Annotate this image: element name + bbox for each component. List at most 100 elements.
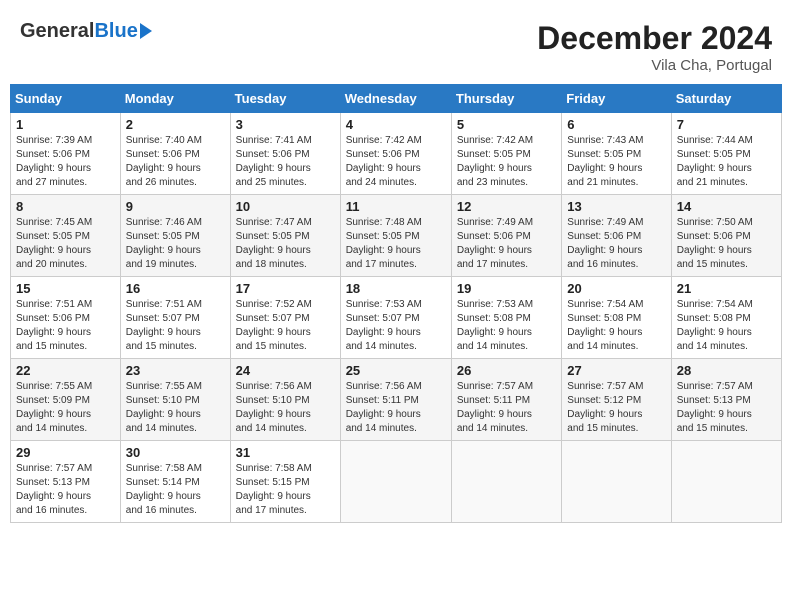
calendar-cell: 2 Sunrise: 7:40 AMSunset: 5:06 PMDaylight… bbox=[120, 113, 230, 195]
calendar-cell: 23Sunrise: 7:55 AMSunset: 5:10 PMDayligh… bbox=[120, 359, 230, 441]
day-info: Sunrise: 7:54 AMSunset: 5:08 PMDaylight:… bbox=[677, 298, 776, 354]
day-info: Sunrise: 7:42 AMSunset: 5:05 PMDaylight:… bbox=[457, 134, 556, 190]
calendar-cell: 19 Sunrise: 7:53 AMSunset: 5:08 PMDayligh… bbox=[451, 277, 561, 359]
day-info: Sunrise: 7:52 AMSunset: 5:07 PMDaylight:… bbox=[236, 298, 335, 354]
day-info: Sunrise: 7:57 AMSunset: 5:13 PMDaylight:… bbox=[16, 462, 115, 518]
calendar-cell: 15 Sunrise: 7:51 AMSunset: 5:06 PMDayligh… bbox=[11, 277, 121, 359]
page-header: GeneralBlue December 2024 Vila Cha, Port… bbox=[10, 10, 782, 79]
calendar-cell: 25 Sunrise: 7:56 AMSunset: 5:11 PMDayligh… bbox=[340, 359, 451, 441]
calendar-week-1: 1 Sunrise: 7:39 AMSunset: 5:06 PMDaylight… bbox=[11, 113, 782, 195]
day-number: 6 bbox=[567, 117, 665, 132]
day-number: 17 bbox=[236, 281, 335, 296]
calendar-cell: 3Sunrise: 7:41 AMSunset: 5:06 PMDaylight… bbox=[230, 113, 340, 195]
day-info: Sunrise: 7:53 AMSunset: 5:07 PMDaylight:… bbox=[346, 298, 446, 354]
calendar-week-2: 8 Sunrise: 7:45 AMSunset: 5:05 PMDaylight… bbox=[11, 195, 782, 277]
day-number: 2 bbox=[126, 117, 225, 132]
day-info: Sunrise: 7:51 AMSunset: 5:07 PMDaylight:… bbox=[126, 298, 225, 354]
calendar-cell: 11Sunrise: 7:48 AMSunset: 5:05 PMDayligh… bbox=[340, 195, 451, 277]
day-number: 24 bbox=[236, 363, 335, 378]
day-info: Sunrise: 7:40 AMSunset: 5:06 PMDaylight:… bbox=[126, 134, 225, 190]
calendar-cell: 22Sunrise: 7:55 AMSunset: 5:09 PMDayligh… bbox=[11, 359, 121, 441]
day-info: Sunrise: 7:57 AMSunset: 5:12 PMDaylight:… bbox=[567, 380, 665, 436]
day-info: Sunrise: 7:51 AMSunset: 5:06 PMDaylight:… bbox=[16, 298, 115, 354]
day-number: 29 bbox=[16, 445, 115, 460]
calendar-cell: 26Sunrise: 7:57 AMSunset: 5:11 PMDayligh… bbox=[451, 359, 561, 441]
month-title: December 2024 bbox=[537, 20, 772, 57]
day-info: Sunrise: 7:56 AMSunset: 5:11 PMDaylight:… bbox=[346, 380, 446, 436]
calendar-cell: 14 Sunrise: 7:50 AMSunset: 5:06 PMDayligh… bbox=[671, 195, 781, 277]
logo-arrow-icon bbox=[140, 23, 152, 39]
calendar-header-row: SundayMondayTuesdayWednesdayThursdayFrid… bbox=[11, 85, 782, 113]
day-number: 12 bbox=[457, 199, 556, 214]
day-number: 25 bbox=[346, 363, 446, 378]
day-number: 28 bbox=[677, 363, 776, 378]
weekday-header-saturday: Saturday bbox=[671, 85, 781, 113]
day-info: Sunrise: 7:47 AMSunset: 5:05 PMDaylight:… bbox=[236, 216, 335, 272]
calendar-cell: 13 Sunrise: 7:49 AMSunset: 5:06 PMDayligh… bbox=[562, 195, 671, 277]
calendar-week-5: 29 Sunrise: 7:57 AMSunset: 5:13 PMDayligh… bbox=[11, 441, 782, 523]
calendar-week-3: 15 Sunrise: 7:51 AMSunset: 5:06 PMDayligh… bbox=[11, 277, 782, 359]
day-info: Sunrise: 7:54 AMSunset: 5:08 PMDaylight:… bbox=[567, 298, 665, 354]
day-number: 4 bbox=[346, 117, 446, 132]
calendar-cell: 28Sunrise: 7:57 AMSunset: 5:13 PMDayligh… bbox=[671, 359, 781, 441]
day-info: Sunrise: 7:49 AMSunset: 5:06 PMDaylight:… bbox=[567, 216, 665, 272]
calendar-cell bbox=[562, 441, 671, 523]
day-info: Sunrise: 7:41 AMSunset: 5:06 PMDaylight:… bbox=[236, 134, 335, 190]
day-info: Sunrise: 7:58 AMSunset: 5:15 PMDaylight:… bbox=[236, 462, 335, 518]
calendar-cell: 21Sunrise: 7:54 AMSunset: 5:08 PMDayligh… bbox=[671, 277, 781, 359]
weekday-header-sunday: Sunday bbox=[11, 85, 121, 113]
calendar-cell: 12Sunrise: 7:49 AMSunset: 5:06 PMDayligh… bbox=[451, 195, 561, 277]
day-info: Sunrise: 7:46 AMSunset: 5:05 PMDaylight:… bbox=[126, 216, 225, 272]
weekday-header-wednesday: Wednesday bbox=[340, 85, 451, 113]
day-info: Sunrise: 7:58 AMSunset: 5:14 PMDaylight:… bbox=[126, 462, 225, 518]
day-number: 15 bbox=[16, 281, 115, 296]
day-info: Sunrise: 7:44 AMSunset: 5:05 PMDaylight:… bbox=[677, 134, 776, 190]
day-number: 8 bbox=[16, 199, 115, 214]
weekday-header-thursday: Thursday bbox=[451, 85, 561, 113]
calendar-cell bbox=[340, 441, 451, 523]
day-info: Sunrise: 7:45 AMSunset: 5:05 PMDaylight:… bbox=[16, 216, 115, 272]
day-number: 7 bbox=[677, 117, 776, 132]
calendar-cell bbox=[451, 441, 561, 523]
weekday-header-monday: Monday bbox=[120, 85, 230, 113]
day-number: 30 bbox=[126, 445, 225, 460]
day-number: 9 bbox=[126, 199, 225, 214]
day-number: 11 bbox=[346, 199, 446, 214]
calendar-cell: 6 Sunrise: 7:43 AMSunset: 5:05 PMDaylight… bbox=[562, 113, 671, 195]
calendar-cell: 1 Sunrise: 7:39 AMSunset: 5:06 PMDaylight… bbox=[11, 113, 121, 195]
calendar-table: SundayMondayTuesdayWednesdayThursdayFrid… bbox=[10, 84, 782, 523]
day-info: Sunrise: 7:43 AMSunset: 5:05 PMDaylight:… bbox=[567, 134, 665, 190]
day-number: 13 bbox=[567, 199, 665, 214]
weekday-header-friday: Friday bbox=[562, 85, 671, 113]
day-number: 5 bbox=[457, 117, 556, 132]
logo: GeneralBlue bbox=[20, 20, 152, 43]
logo-text: GeneralBlue bbox=[20, 20, 138, 43]
day-info: Sunrise: 7:53 AMSunset: 5:08 PMDaylight:… bbox=[457, 298, 556, 354]
calendar-cell: 31 Sunrise: 7:58 AMSunset: 5:15 PMDayligh… bbox=[230, 441, 340, 523]
day-number: 10 bbox=[236, 199, 335, 214]
title-block: December 2024 Vila Cha, Portugal bbox=[537, 20, 772, 74]
day-number: 18 bbox=[346, 281, 446, 296]
calendar-cell: 8 Sunrise: 7:45 AMSunset: 5:05 PMDaylight… bbox=[11, 195, 121, 277]
calendar-cell: 30 Sunrise: 7:58 AMSunset: 5:14 PMDayligh… bbox=[120, 441, 230, 523]
day-info: Sunrise: 7:50 AMSunset: 5:06 PMDaylight:… bbox=[677, 216, 776, 272]
day-info: Sunrise: 7:39 AMSunset: 5:06 PMDaylight:… bbox=[16, 134, 115, 190]
calendar-cell: 27 Sunrise: 7:57 AMSunset: 5:12 PMDayligh… bbox=[562, 359, 671, 441]
day-number: 20 bbox=[567, 281, 665, 296]
day-number: 27 bbox=[567, 363, 665, 378]
calendar-cell: 17 Sunrise: 7:52 AMSunset: 5:07 PMDayligh… bbox=[230, 277, 340, 359]
day-number: 19 bbox=[457, 281, 556, 296]
calendar-cell: 4 Sunrise: 7:42 AMSunset: 5:06 PMDaylight… bbox=[340, 113, 451, 195]
day-number: 31 bbox=[236, 445, 335, 460]
calendar-cell: 5 Sunrise: 7:42 AMSunset: 5:05 PMDaylight… bbox=[451, 113, 561, 195]
day-info: Sunrise: 7:55 AMSunset: 5:10 PMDaylight:… bbox=[126, 380, 225, 436]
day-info: Sunrise: 7:42 AMSunset: 5:06 PMDaylight:… bbox=[346, 134, 446, 190]
calendar-cell: 24Sunrise: 7:56 AMSunset: 5:10 PMDayligh… bbox=[230, 359, 340, 441]
day-number: 14 bbox=[677, 199, 776, 214]
calendar-cell: 7 Sunrise: 7:44 AMSunset: 5:05 PMDaylight… bbox=[671, 113, 781, 195]
day-number: 1 bbox=[16, 117, 115, 132]
day-info: Sunrise: 7:57 AMSunset: 5:11 PMDaylight:… bbox=[457, 380, 556, 436]
calendar-cell: 9 Sunrise: 7:46 AMSunset: 5:05 PMDaylight… bbox=[120, 195, 230, 277]
day-info: Sunrise: 7:55 AMSunset: 5:09 PMDaylight:… bbox=[16, 380, 115, 436]
calendar-cell: 29 Sunrise: 7:57 AMSunset: 5:13 PMDayligh… bbox=[11, 441, 121, 523]
